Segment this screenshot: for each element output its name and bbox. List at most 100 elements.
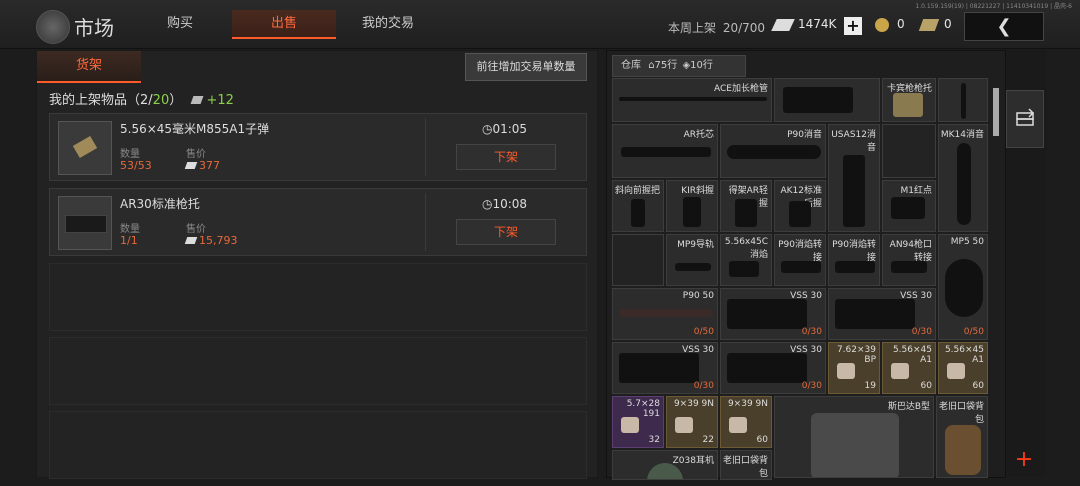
tab-my-trades[interactable]: 我的交易 <box>358 10 418 37</box>
armor-vest-icon <box>811 413 899 477</box>
price-amount: 15,793 <box>199 234 238 247</box>
delist-button[interactable]: 下架 <box>456 144 556 170</box>
inventory-item[interactable]: 5.56×45 A1 60 <box>938 342 988 394</box>
inventory-item[interactable]: P90消焰转接 <box>774 234 826 286</box>
count-value: 0/30 <box>801 381 822 391</box>
price-value: 377 <box>184 159 220 172</box>
version-text: 1.0.159.159(19) | 08221227 | 11410341019… <box>915 3 1072 10</box>
inventory-item[interactable]: P90消焰转接 <box>828 234 880 286</box>
inventory-item[interactable]: 5.56x45C消焰 <box>720 234 772 286</box>
sort-button[interactable] <box>1006 90 1044 148</box>
back-button[interactable]: ❮ <box>964 12 1044 41</box>
inventory-item[interactable]: VSS 30 0/30 <box>720 288 826 340</box>
inventory-item[interactable]: 老旧口袋背包 <box>936 396 988 478</box>
inventory-item[interactable]: MP5 50 0/50 <box>938 234 988 340</box>
inventory-item[interactable]: VSS 30 0/30 <box>720 342 826 394</box>
tab-buy[interactable]: 购买 <box>150 10 210 37</box>
empty-listing-slot <box>49 337 587 405</box>
currency-value: 1474K <box>798 17 837 31</box>
count-value: 0/50 <box>963 327 984 337</box>
suppressor-icon <box>727 145 821 159</box>
inventory-item[interactable]: 卡宾枪枪托 <box>882 78 936 122</box>
magazine-icon <box>619 309 713 317</box>
inventory-item[interactable]: M1红点 <box>882 180 936 232</box>
inventory-item[interactable]: 9×39 9N 22 <box>666 396 718 448</box>
inventory-item[interactable]: 9×39 9N 60 <box>720 396 772 448</box>
add-warehouse-button[interactable]: + <box>1012 448 1036 472</box>
top-bar: 市场 购买 出售 我的交易 1.0.159.159(19) | 08221227… <box>0 0 1080 49</box>
grip-icon <box>789 201 811 227</box>
count-value: 0/50 <box>693 327 714 337</box>
magazine-icon <box>727 299 807 329</box>
ammo-box-icon <box>621 417 639 433</box>
divider <box>425 193 426 251</box>
inventory-item[interactable]: ACE加长枪管 <box>612 78 772 122</box>
inventory-item[interactable]: KIR斜握 <box>666 180 718 232</box>
warehouse-header[interactable]: 仓库 ⌂75行 ◈10行 <box>612 55 746 77</box>
add-currency-button[interactable]: + <box>844 17 862 35</box>
item-label: MP9导轨 <box>677 240 714 250</box>
add-order-quantity-button[interactable]: 前往增加交易单数量 <box>465 53 587 81</box>
suppressor-icon <box>957 143 971 225</box>
muzzle-adapter-icon <box>891 261 927 273</box>
inventory-slot-empty <box>612 234 664 286</box>
qty-value: 53/53 <box>120 159 152 172</box>
item-label: P90 50 <box>682 291 714 301</box>
weekly-value: 20/700 <box>722 21 766 35</box>
ticket-icon <box>918 19 940 31</box>
item-count: 0/30 <box>802 327 822 337</box>
inventory-item[interactable]: 5.7×28 191 32 <box>612 396 664 448</box>
stack-sort-icon <box>1016 108 1035 126</box>
muzzle-adapter-icon <box>781 261 821 273</box>
inventory-item[interactable]: VSS 30 0/30 <box>612 342 718 394</box>
item-label: 5.56×45 A1 <box>892 345 932 365</box>
item-label: 5.56×45 A1 <box>944 345 984 365</box>
item-label: 9×39 9N <box>673 399 714 409</box>
item-label: ACE加长枪管 <box>714 84 768 94</box>
stock-icon <box>893 93 923 117</box>
inventory-item[interactable]: P90消音 <box>720 124 826 178</box>
item-count: 0/50 <box>964 327 984 337</box>
inventory-item[interactable]: 5.56×45 A1 60 <box>882 342 936 394</box>
tab-shelf[interactable]: 货架 <box>37 51 141 83</box>
item-label: M1红点 <box>900 186 933 196</box>
listing-item[interactable]: AR30标准枪托 数量 1/1 售价 15,793 ◷10:08 下架 <box>49 188 587 256</box>
inventory-item[interactable]: 斜向前握把 <box>612 180 664 232</box>
barrel-icon <box>619 97 767 101</box>
grip-icon <box>631 199 645 227</box>
warehouse-scrollbar[interactable] <box>993 88 999 136</box>
timer-value: 01:05 <box>492 122 528 136</box>
inventory-item[interactable]: MP9导轨 <box>666 234 718 286</box>
item-label: 5.7×28 191 <box>626 399 660 419</box>
tab-sell[interactable]: 出售 <box>232 10 336 39</box>
timer-value: 10:08 <box>492 197 528 211</box>
inventory-item[interactable]: AK12标准后握 <box>774 180 826 232</box>
delist-button[interactable]: 下架 <box>456 219 556 245</box>
item-count: 0/30 <box>694 381 714 391</box>
inventory-item[interactable] <box>938 78 988 122</box>
inventory-item[interactable]: AN94枪口转接 <box>882 234 936 286</box>
inventory-item[interactable]: VSS 30 0/30 <box>828 288 936 340</box>
inventory-item[interactable]: 7.62×39 BP 19 <box>828 342 880 394</box>
inventory-item[interactable]: 得架AR轻握 <box>720 180 772 232</box>
inventory-item[interactable]: USAS12消音 <box>828 124 880 232</box>
inventory-slot-empty <box>882 124 936 178</box>
inventory-item[interactable]: P90 50 0/50 <box>612 288 718 340</box>
item-count: 60 <box>920 381 932 391</box>
clock-icon: ◷ <box>482 122 493 136</box>
item-count: 0/30 <box>912 327 932 337</box>
magazine-icon <box>619 353 699 383</box>
item-label: 7.62×39 BP <box>836 345 876 365</box>
backpack-icon <box>945 425 981 475</box>
coin-value: 0 <box>897 17 905 31</box>
listing-item[interactable]: 5.56×45毫米M855A1子弹 数量 53/53 售价 377 ◷01:05… <box>49 113 587 181</box>
listed-count: 2/ <box>140 93 153 108</box>
inventory-item[interactable]: 老旧口袋背包 <box>720 450 772 480</box>
item-label: KIR斜握 <box>681 186 714 196</box>
stock-item-icon <box>58 196 112 250</box>
inventory-item[interactable] <box>774 78 880 122</box>
inventory-item[interactable]: Z038耳机 <box>612 450 718 480</box>
inventory-item[interactable]: MK14消音 <box>938 124 988 232</box>
inventory-item[interactable]: 斯巴达B型 <box>774 396 934 478</box>
inventory-item[interactable]: AR托芯 <box>612 124 718 178</box>
